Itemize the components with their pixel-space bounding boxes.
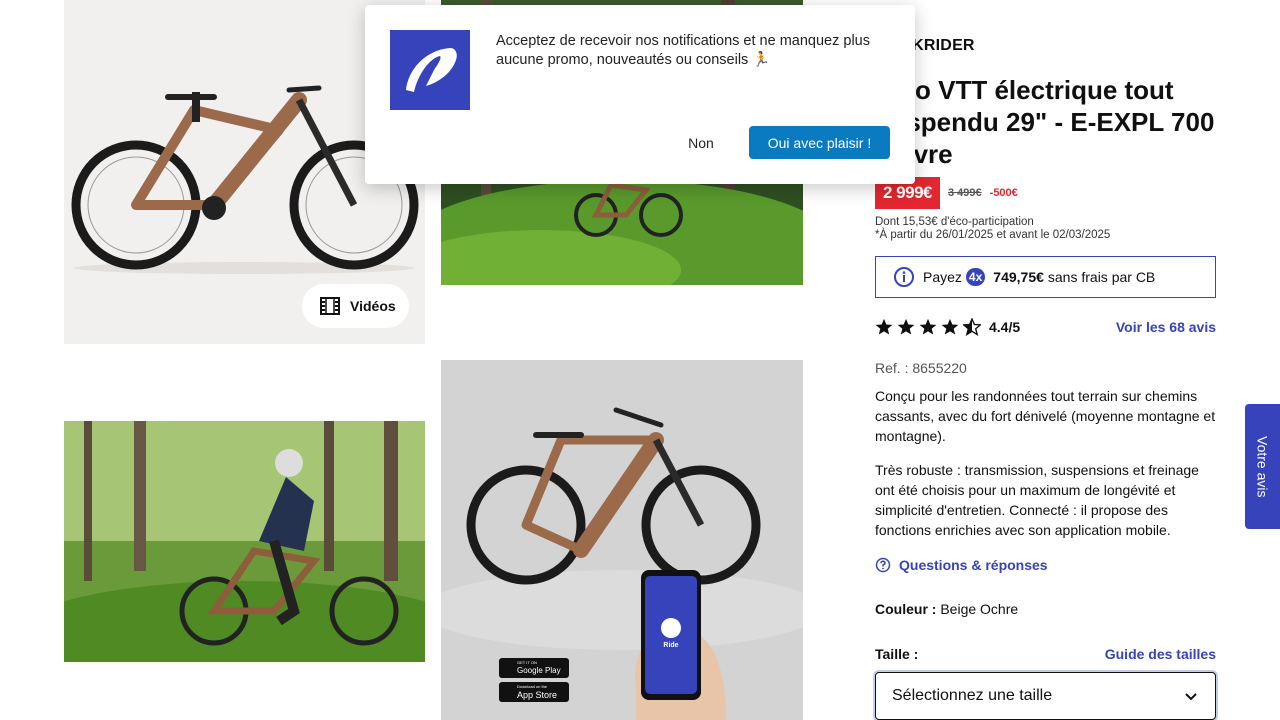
- star-full-icon: [941, 318, 959, 335]
- color-value: Beige Ochre: [940, 601, 1019, 617]
- gallery-image-rider[interactable]: [64, 421, 425, 662]
- size-label-row: Taille : Guide des tailles: [875, 646, 1216, 662]
- payment-installments[interactable]: Payez 4x 749,75€ sans frais par CB: [875, 256, 1216, 298]
- videos-label: Vidéos: [350, 298, 396, 314]
- eco-line: Dont 15,53€ d'éco-participation: [875, 216, 1034, 228]
- star-full-icon: [919, 318, 937, 335]
- rating-row: 4.4/5 Voir les 68 avis: [875, 318, 1216, 336]
- film-icon: [320, 297, 340, 315]
- promo-dates: *À partir du 26/01/2025 et avant le 02/0…: [875, 229, 1111, 241]
- payment-suffix: sans frais par CB: [1047, 269, 1156, 285]
- old-price: 3 499€: [948, 187, 982, 199]
- size-guide-link[interactable]: Guide des tailles: [1105, 646, 1216, 662]
- product-description-1: Conçu pour les randonnées tout terrain s…: [875, 388, 1216, 444]
- product-description-2: Très robuste : transmission, suspensions…: [875, 462, 1199, 538]
- color-row: Couleur : Beige Ochre: [875, 601, 1018, 617]
- rider-illustration: [64, 421, 425, 662]
- feedback-tab-label: Votre avis: [1254, 435, 1271, 498]
- color-label: Couleur :: [875, 601, 937, 617]
- info-icon: [894, 267, 914, 287]
- star-full-icon: [875, 318, 893, 335]
- phone-screen-label: Ride: [663, 642, 678, 649]
- reviews-link[interactable]: Voir les 68 avis: [1116, 319, 1216, 335]
- accept-button[interactable]: Oui avec plaisir !: [749, 126, 890, 159]
- payment-prefix: Payez: [923, 269, 962, 285]
- payment-amount: 749,75€: [993, 269, 1044, 285]
- qa-label: Questions & réponses: [899, 557, 1048, 573]
- chevron-down-icon: [1185, 693, 1197, 701]
- product-reference: Ref. : 8655220: [875, 360, 967, 376]
- discount-badge: -500€: [989, 187, 1018, 199]
- google-play-badge-text: Google Play: [517, 666, 561, 675]
- feedback-tab[interactable]: Votre avis: [1245, 404, 1280, 529]
- product-page: Vidéos Ride GET IT ON Google Play Downlo…: [0, 0, 1280, 720]
- installment-badge: 4x: [965, 268, 986, 286]
- brand-logo: [390, 30, 470, 110]
- size-select[interactable]: Sélectionnez une taille: [875, 672, 1216, 720]
- app-store-badge-text: App Store: [517, 690, 557, 700]
- decathlon-logo-icon: [390, 30, 470, 110]
- videos-button[interactable]: Vidéos: [302, 284, 409, 328]
- star-full-icon: [897, 318, 915, 335]
- decline-button[interactable]: Non: [675, 129, 727, 157]
- notification-text: Acceptez de recevoir nos notifications e…: [496, 33, 870, 68]
- eco-participation: Dont 15,53€ d'éco-participation *À parti…: [875, 216, 1110, 242]
- star-half-icon: [963, 318, 981, 336]
- notification-prompt: Acceptez de recevoir nos notifications e…: [365, 5, 915, 184]
- google-play-small-text: GET IT ON: [517, 660, 537, 665]
- rating-score: 4.4/5: [989, 319, 1021, 335]
- questions-answers-link[interactable]: Questions & réponses: [875, 557, 1048, 573]
- size-select-value: Sélectionnez une taille: [892, 687, 1053, 704]
- question-circle-icon: [875, 557, 891, 573]
- size-label: Taille :: [875, 646, 919, 662]
- app-store-small-text: Download on the: [517, 684, 548, 689]
- bike-app-illustration: Ride GET IT ON Google Play Download on t…: [441, 360, 803, 720]
- product-title: Vélo VTT électrique tout suspendu 29" - …: [876, 75, 1215, 169]
- rating-stars: [875, 318, 981, 336]
- gallery-image-bike-app[interactable]: Ride GET IT ON Google Play Download on t…: [441, 360, 803, 720]
